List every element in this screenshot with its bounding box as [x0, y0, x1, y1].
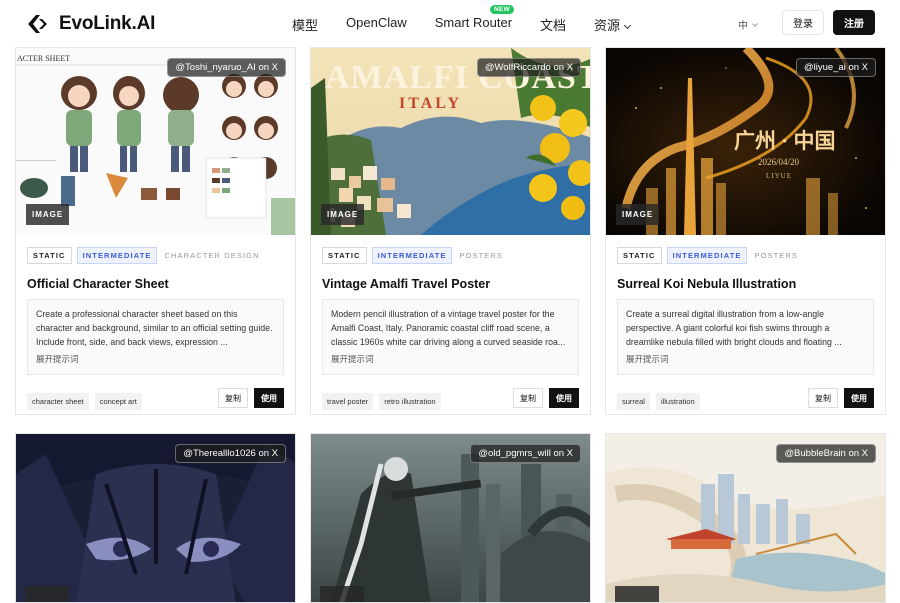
media-type-label: IMAGE — [321, 204, 365, 225]
tag-row: STATIC INTERMEDIATE POSTERS — [617, 247, 874, 264]
author-credit[interactable]: @WolfRiccardo on X — [476, 58, 581, 77]
media-type-label: IMAGE — [616, 204, 660, 225]
keyword-chip[interactable]: retro illustration — [379, 392, 441, 410]
nav-openclaw[interactable]: OpenClaw — [346, 15, 407, 34]
use-button[interactable]: 使用 — [254, 388, 284, 408]
prompt-text: Modern pencil illustration of a vintage … — [331, 309, 566, 347]
tag-intermediate: INTERMEDIATE — [371, 247, 453, 264]
tag-row: STATIC INTERMEDIATE CHARACTER DESIGN — [27, 247, 284, 264]
register-button[interactable]: 注册 — [833, 10, 875, 35]
keyword-chip[interactable]: character sheet — [27, 392, 89, 410]
keyword-chip[interactable]: surreal — [617, 392, 650, 410]
tag-static: STATIC — [322, 247, 367, 264]
tag-intermediate: INTERMEDIATE — [76, 247, 158, 264]
nav-smart-router[interactable]: Smart Router NEW — [434, 5, 515, 34]
language-switcher[interactable]: 中 — [738, 17, 758, 32]
card-title[interactable]: Surreal Koi Nebula Illustration — [617, 277, 874, 291]
category-label: CHARACTER DESIGN — [164, 251, 260, 260]
prompt-preview: Modern pencil illustration of a vintage … — [322, 299, 579, 375]
tag-static: STATIC — [617, 247, 662, 264]
poster-title: 广州 · 中国 — [734, 129, 836, 153]
nav-resources-label: 资源 — [594, 18, 621, 33]
keyword-chip[interactable]: concept art — [94, 392, 142, 410]
tag-static: STATIC — [27, 247, 72, 264]
author-credit[interactable]: @BubbleBrain on X — [776, 444, 876, 463]
author-credit[interactable]: @Therealllo1026 on X — [175, 444, 286, 463]
card-footer: surreal illustration 复制 使用 — [617, 388, 874, 411]
author-credit[interactable]: @liyue_ai on X — [795, 58, 876, 77]
nav-resources[interactable]: 资源 — [594, 15, 632, 34]
card-image[interactable]: @Therealllo1026 on X — [16, 434, 295, 602]
keyword-chip[interactable]: illustration — [655, 392, 700, 410]
sheet-heading: ACTER SHEET — [17, 54, 70, 63]
author-credit[interactable]: @Toshi_nyaruo_AI on X — [167, 58, 286, 77]
use-button[interactable]: 使用 — [844, 388, 874, 408]
logo-text: EvoLink.AI — [59, 13, 156, 34]
keyword-chip[interactable]: travel poster — [322, 392, 374, 410]
prompt-card[interactable]: @Therealllo1026 on X — [15, 433, 296, 603]
top-nav-bar: EvoLink.AI 模型 OpenClaw Smart Router NEW … — [0, 0, 900, 46]
new-badge: NEW — [489, 5, 515, 14]
copy-button[interactable]: 复制 — [218, 388, 248, 408]
prompt-text: Create a professional character sheet ba… — [36, 309, 273, 347]
nav-smart-router-label: Smart Router — [434, 15, 513, 30]
chevron-down-icon — [624, 21, 632, 30]
evolink-logo-icon — [27, 14, 49, 34]
poster-signature: LIYUE — [766, 172, 792, 180]
card-footer: travel poster retro illustration 复制 使用 — [322, 388, 579, 411]
prompt-card[interactable]: @BubbleBrain on X — [605, 433, 886, 603]
poster-subtitle: ITALY — [399, 95, 462, 112]
category-label: POSTERS — [754, 251, 799, 260]
tag-row: STATIC INTERMEDIATE POSTERS — [322, 247, 579, 264]
copy-button[interactable]: 复制 — [808, 388, 838, 408]
expand-prompt-link[interactable]: 展开提示词 — [36, 353, 275, 365]
prompt-card[interactable]: AMALFI COAST ITALY @WolfRiccardo on X IM… — [310, 47, 591, 415]
card-title[interactable]: Vintage Amalfi Travel Poster — [322, 277, 579, 291]
prompt-preview: Create a surreal digital illustration fr… — [617, 299, 874, 375]
nav-models[interactable]: 模型 — [292, 15, 318, 34]
tag-intermediate: INTERMEDIATE — [666, 247, 748, 264]
language-label: 中 — [738, 21, 748, 32]
prompt-text: Create a surreal digital illustration fr… — [626, 309, 842, 347]
card-image[interactable]: @BubbleBrain on X — [606, 434, 885, 602]
login-button[interactable]: 登录 — [782, 10, 824, 35]
logo[interactable]: EvoLink.AI — [27, 13, 155, 35]
prompt-card[interactable]: ACTER SHEET @Toshi_nyaruo_AI on X IMAGE … — [15, 47, 296, 415]
card-image[interactable]: AMALFI COAST ITALY @WolfRiccardo on X IM… — [311, 48, 590, 235]
copy-button[interactable]: 复制 — [513, 388, 543, 408]
chevron-down-icon — [752, 20, 758, 27]
card-image[interactable]: 广州 · 中国 2026/04/20 LIYUE @liyue_ai on X … — [606, 48, 885, 235]
category-label: POSTERS — [459, 251, 504, 260]
media-type-label: IMAGE — [26, 204, 70, 225]
card-title[interactable]: Official Character Sheet — [27, 277, 284, 291]
nav-docs[interactable]: 文档 — [540, 15, 566, 34]
card-image[interactable]: @old_pgmrs_will on X — [311, 434, 590, 602]
prompt-card[interactable]: 广州 · 中国 2026/04/20 LIYUE @liyue_ai on X … — [605, 47, 886, 415]
card-image[interactable]: ACTER SHEET @Toshi_nyaruo_AI on X IMAGE — [16, 48, 295, 235]
expand-prompt-link[interactable]: 展开提示词 — [626, 353, 865, 365]
poster-date: 2026/04/20 — [758, 157, 800, 167]
expand-prompt-link[interactable]: 展开提示词 — [331, 353, 570, 365]
main-nav: 模型 OpenClaw Smart Router NEW 文档 资源 — [292, 5, 658, 34]
prompt-card[interactable]: @old_pgmrs_will on X — [310, 433, 591, 603]
card-footer: character sheet concept art 复制 使用 — [27, 388, 284, 411]
author-credit[interactable]: @old_pgmrs_will on X — [470, 444, 581, 463]
prompt-preview: Create a professional character sheet ba… — [27, 299, 284, 375]
use-button[interactable]: 使用 — [549, 388, 579, 408]
